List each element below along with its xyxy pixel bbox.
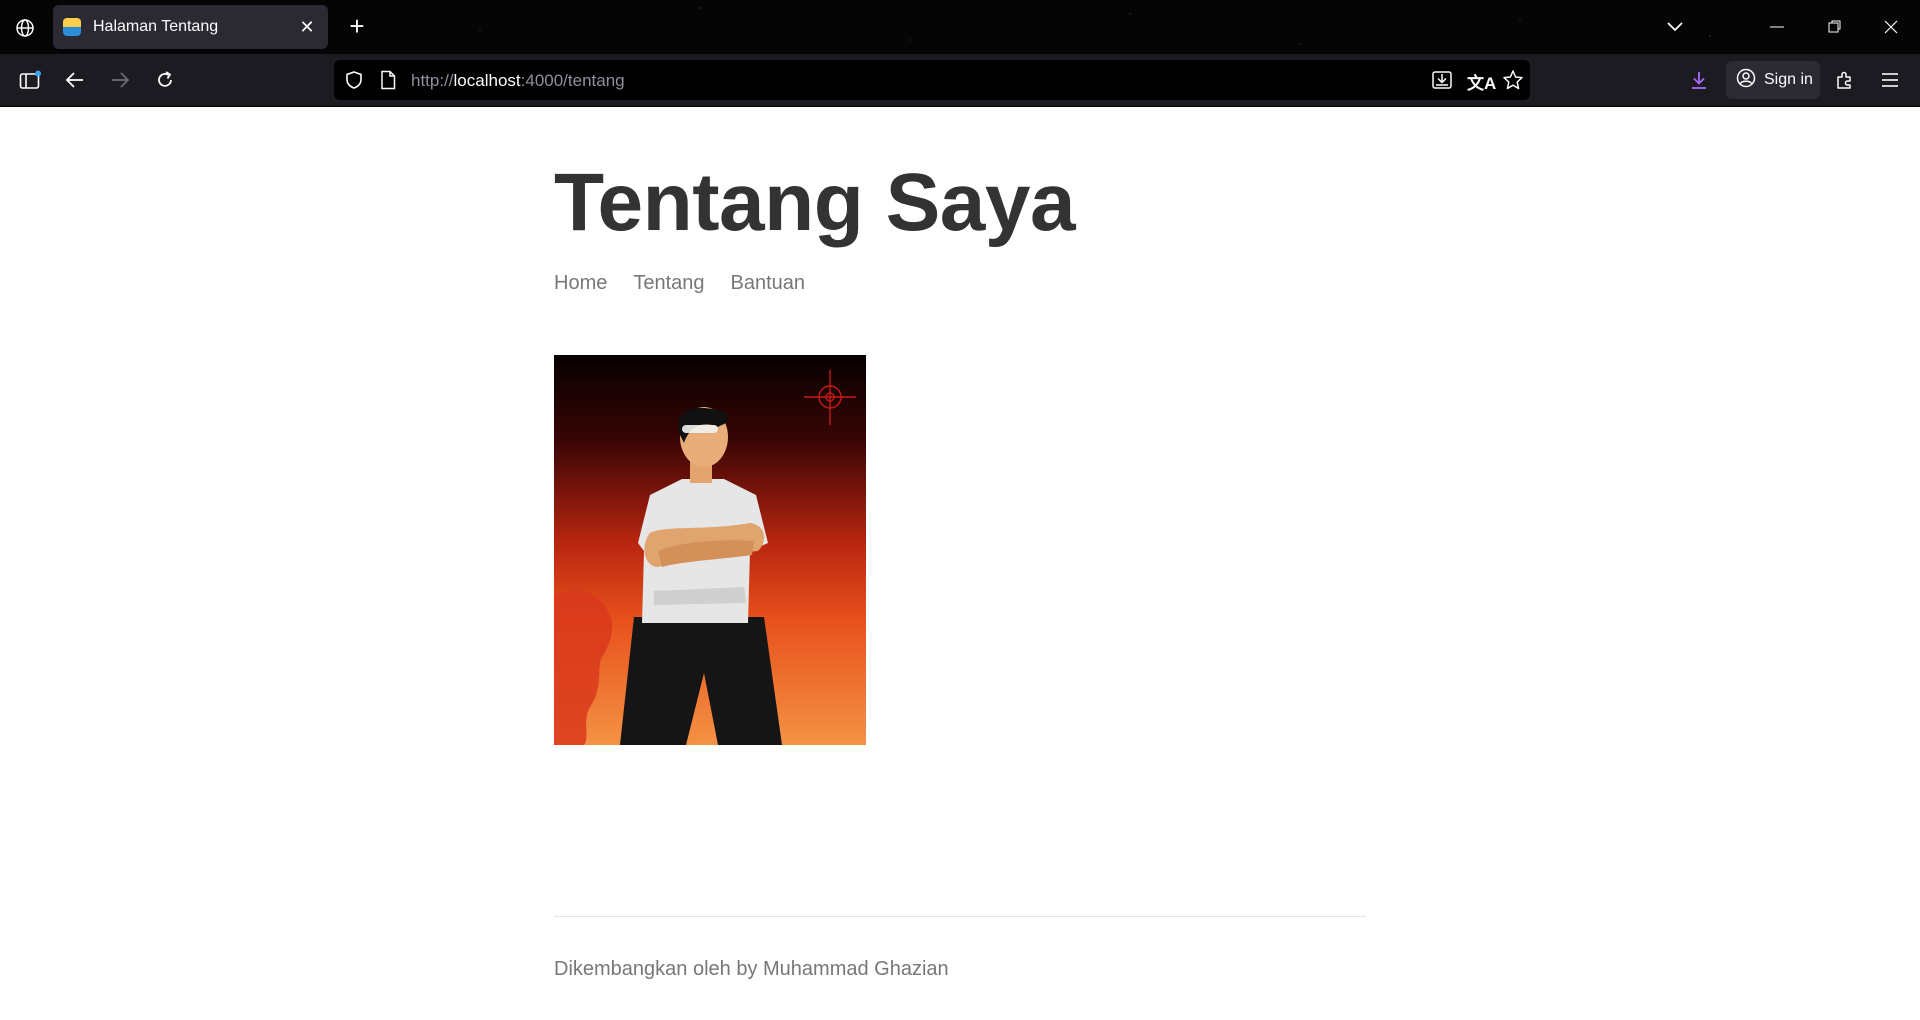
page-title: Tentang Saya	[554, 157, 1076, 248]
window-close-icon[interactable]	[1878, 14, 1904, 40]
site-nav: Home Tentang Bantuan	[554, 272, 805, 295]
reload-icon[interactable]	[152, 67, 178, 93]
menu-icon[interactable]	[1877, 67, 1903, 93]
sign-in-label: Sign in	[1764, 71, 1813, 88]
favicon-icon	[63, 18, 81, 36]
sidebar-icon[interactable]	[17, 67, 43, 93]
active-tab[interactable]: Halaman Tentang ✕	[53, 5, 328, 49]
footer-divider	[554, 916, 1366, 917]
sign-in-button[interactable]: Sign in	[1726, 61, 1820, 99]
nav-link-bantuan[interactable]: Bantuan	[731, 272, 806, 295]
tab-bar: Halaman Tentang ✕ +	[0, 0, 1920, 54]
forward-arrow-icon[interactable]	[107, 67, 133, 93]
url-bar[interactable]: http://localhost:4000/tentang 文A	[334, 60, 1530, 100]
footer-credit: Dikembangkan oleh by Muhammad Ghazian	[554, 958, 949, 980]
star-icon[interactable]	[1502, 69, 1524, 96]
nav-link-home[interactable]: Home	[554, 272, 607, 295]
save-to-device-icon[interactable]	[1431, 69, 1453, 96]
close-icon[interactable]: ✕	[296, 17, 318, 38]
navigation-toolbar: http://localhost:4000/tentang 文A Sign in	[0, 54, 1920, 107]
plus-icon[interactable]: +	[344, 13, 370, 40]
nav-link-tentang[interactable]: Tentang	[633, 272, 704, 295]
minimize-icon[interactable]	[1764, 14, 1790, 40]
profile-photo	[554, 355, 866, 745]
extensions-icon[interactable]	[1832, 67, 1858, 93]
url-text[interactable]: http://localhost:4000/tentang	[411, 71, 625, 91]
page-icon[interactable]	[380, 70, 396, 95]
back-arrow-icon[interactable]	[62, 67, 88, 93]
globe-icon[interactable]	[14, 17, 36, 39]
tab-title: Halaman Tentang	[93, 18, 219, 35]
translate-icon[interactable]: 文A	[1467, 69, 1496, 94]
shield-icon[interactable]	[344, 70, 364, 95]
url-host: localhost	[453, 71, 521, 90]
download-icon[interactable]	[1686, 67, 1712, 93]
restore-icon[interactable]	[1822, 14, 1848, 40]
account-icon	[1736, 68, 1756, 93]
chevron-down-icon[interactable]	[1662, 14, 1688, 40]
